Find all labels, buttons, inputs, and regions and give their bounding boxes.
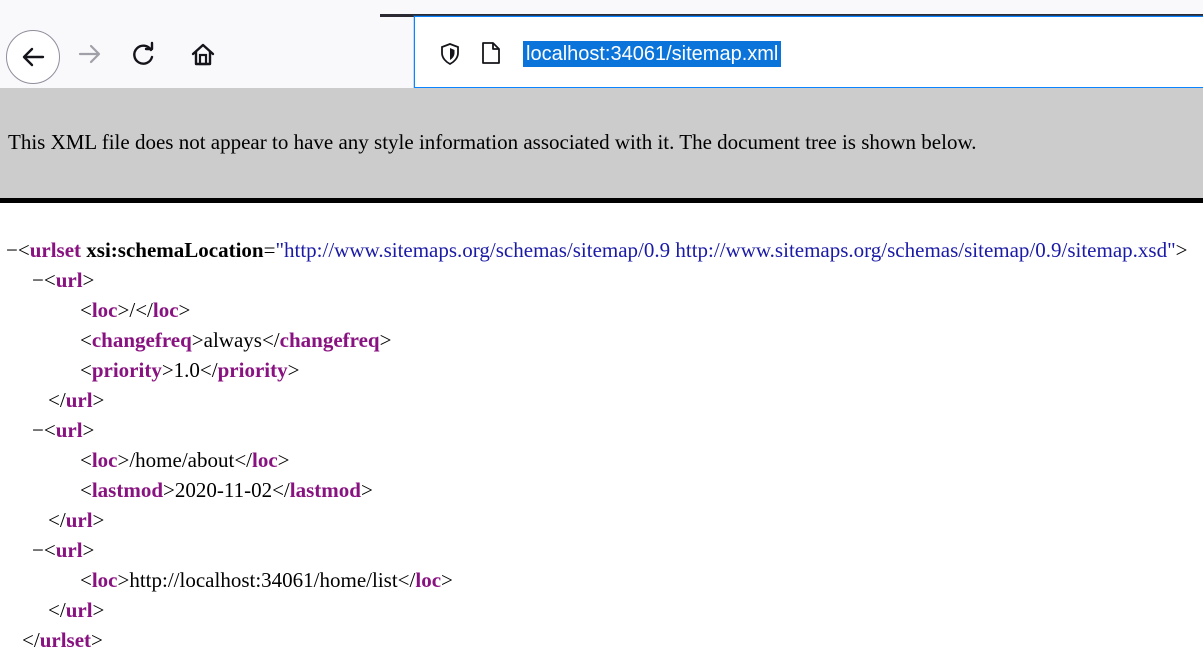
xml-element-line: <changefreq>always</changefreq> xyxy=(80,328,392,352)
tag-name: priority xyxy=(217,358,288,382)
element-value: always xyxy=(203,328,262,352)
tag-name: changefreq xyxy=(91,328,192,352)
tag-name: loc xyxy=(91,298,118,322)
tag-name: loc xyxy=(91,448,118,472)
url-close-line: </url> xyxy=(48,598,105,622)
url-close-line: </url> xyxy=(48,388,105,412)
tag-name: loc xyxy=(152,298,179,322)
tag-name: priority xyxy=(91,358,162,382)
tag-name: changefreq xyxy=(279,328,380,352)
reload-button[interactable] xyxy=(129,39,159,69)
xml-element-line: <priority>1.0</priority> xyxy=(80,358,300,382)
tag-name: url xyxy=(65,388,93,412)
urlset-close-line: </urlset> xyxy=(22,628,103,651)
home-icon xyxy=(191,43,215,66)
attribute-name: xsi:schemaLocation xyxy=(86,238,264,262)
tag-name: lastmod xyxy=(91,478,164,502)
tag-name: loc xyxy=(91,568,118,592)
url-open-line: −<url> xyxy=(32,538,95,562)
url-open-line: −<url> xyxy=(32,268,95,292)
collapse-toggle[interactable]: − xyxy=(32,268,44,292)
back-arrow-icon xyxy=(22,47,45,67)
element-value: /home/about xyxy=(129,448,235,472)
tag-name: urlset xyxy=(29,238,82,262)
forward-button[interactable] xyxy=(76,40,104,68)
tag-name: url xyxy=(55,268,83,292)
tag-name: url xyxy=(65,598,93,622)
browser-toolbar: localhost:34061/sitemap.xml xyxy=(0,0,1203,88)
url-close-line: </url> xyxy=(48,508,105,532)
xml-element-line: <lastmod>2020-11-02</lastmod> xyxy=(80,478,373,502)
tag-name: url xyxy=(65,508,93,532)
url-text[interactable]: localhost:34061/sitemap.xml xyxy=(523,41,782,67)
xml-style-notice: This XML file does not appear to have an… xyxy=(0,88,1203,198)
attribute-value: "http://www.sitemaps.org/schemas/sitemap… xyxy=(275,238,1176,262)
collapse-toggle[interactable]: − xyxy=(32,538,44,562)
url-bar[interactable]: localhost:34061/sitemap.xml xyxy=(414,16,1203,88)
xml-element-line: <loc>/</loc> xyxy=(80,298,191,322)
tag-name: url xyxy=(55,538,83,562)
tag-name: loc xyxy=(415,568,442,592)
tag-name: url xyxy=(55,418,83,442)
tag-name: lastmod xyxy=(289,478,361,502)
xml-element-line: <loc>/home/about</loc> xyxy=(80,448,290,472)
element-value: http://localhost:34061/home/list xyxy=(129,568,398,592)
collapse-toggle[interactable]: − xyxy=(6,238,18,262)
tag-name: urlset xyxy=(39,628,92,651)
url-open-line: −<url> xyxy=(32,418,95,442)
xml-tree: −<urlset xsi:schemaLocation="http://www.… xyxy=(0,203,1203,651)
back-button[interactable] xyxy=(6,30,60,84)
home-button[interactable] xyxy=(188,39,218,69)
reload-icon xyxy=(133,41,154,65)
urlset-open-line: −<urlset xsi:schemaLocation="http://www.… xyxy=(6,238,1188,262)
element-value: / xyxy=(129,298,136,322)
xml-element-line: <loc>http://localhost:34061/home/list</l… xyxy=(80,568,453,592)
collapse-toggle[interactable]: − xyxy=(32,418,44,442)
element-value: 2020-11-02 xyxy=(174,478,273,502)
page-icon[interactable] xyxy=(481,41,501,65)
tag-name: loc xyxy=(252,448,278,472)
shield-icon[interactable] xyxy=(440,43,460,66)
forward-arrow-icon xyxy=(78,44,101,64)
element-value: 1.0 xyxy=(173,358,200,382)
notice-text: This XML file does not appear to have an… xyxy=(8,130,977,154)
